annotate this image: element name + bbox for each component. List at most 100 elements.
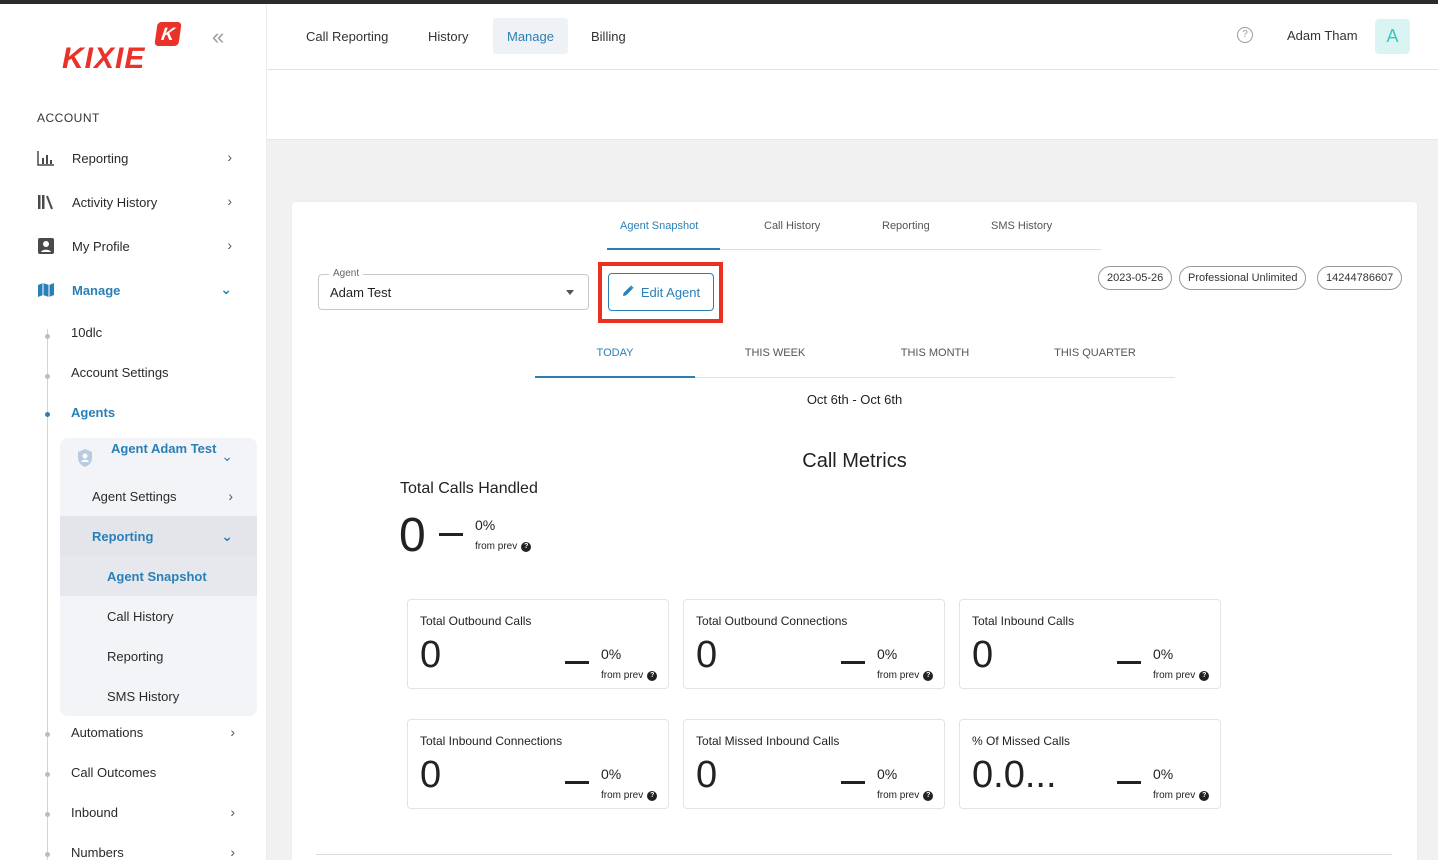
dash-icon [841,781,865,784]
agent-select-value: Adam Test [330,285,392,300]
tab-this-quarter[interactable]: THIS QUARTER [1015,347,1175,359]
tree-dot [45,732,50,737]
sidebar-item-sms-history[interactable]: SMS History [60,676,257,716]
metric-label: Total Inbound Calls [972,614,1075,628]
metric-pct: 0% [1153,766,1174,782]
from-prev-label: from prev [601,790,644,801]
question-icon[interactable]: ? [647,790,658,801]
sidebar-item-10dlc[interactable]: 10dlc [71,320,251,344]
tree-dot [45,374,50,379]
sidebar-item-label: Call Outcomes [71,764,157,780]
metric-card: Total Inbound Connections 0 0% from prev… [407,719,669,809]
date-range: Oct 6th - Oct 6th [806,392,903,407]
agent-select-label: Agent [329,268,364,279]
sidebar-item-my-profile[interactable]: My Profile › [36,232,246,260]
tree-line [47,329,48,860]
chevron-right-icon: › [227,149,232,165]
question-icon[interactable]: ? [1199,670,1210,681]
metric-prev: from prev? [1153,790,1210,801]
chevron-right-icon: › [230,844,235,860]
sidebar-item-agent-snapshot[interactable]: Agent Snapshot [60,556,257,596]
total-calls-label: Total Calls Handled [400,480,538,497]
agent-snapshot-card: Agent Snapshot Call History Reporting SM… [292,202,1417,860]
from-prev-label: from prev [1153,670,1196,681]
sidebar-item-label: Manage [72,282,121,298]
question-icon[interactable]: ? [923,790,934,801]
sidebar-item-agents[interactable]: Agents [71,400,251,424]
total-calls-value: 0 [399,509,426,562]
metric-card: Total Inbound Calls 0 0% from prev? [959,599,1221,689]
caret-down-icon [566,290,574,295]
tab-manage[interactable]: Manage [493,18,568,54]
tree-dot [45,852,50,857]
tab-call-history[interactable]: Call History [764,220,820,232]
metric-pct: 0% [601,766,622,782]
sidebar-item-label: SMS History [107,688,180,704]
dash-icon [1117,661,1141,664]
sidebar-item-agent-reporting[interactable]: Reporting ⌄ [60,516,257,556]
total-calls-prev: from prev? [475,541,532,552]
metric-label: Total Outbound Connections [696,614,848,628]
agent-select[interactable]: Agent Adam Test [318,268,589,310]
metric-card: Total Outbound Calls 0 0% from prev? [407,599,669,689]
chevron-right-icon: › [230,804,235,820]
active-period-indicator [535,376,695,378]
tab-history[interactable]: History [414,18,482,54]
question-icon[interactable]: ? [521,541,532,552]
sidebar-item-agent-settings[interactable]: Agent Settings › [60,476,257,516]
metric-value: 0 [420,634,442,676]
logo-text: KIXIE [62,42,146,75]
sidebar-item-account-settings[interactable]: Account Settings [71,360,251,384]
question-icon[interactable]: ? [923,670,934,681]
sidebar-item-reporting-sub[interactable]: Reporting [60,636,257,676]
help-icon[interactable]: ? [1237,27,1253,43]
edit-agent-label: Edit Agent [640,284,701,300]
sidebar-item-label: Reporting [107,648,164,664]
chevron-right-icon: › [227,237,232,253]
sidebar-item-label: Call History [107,608,174,624]
pencil-icon [622,284,634,300]
sidebar-item-call-outcomes[interactable]: Call Outcomes [71,760,251,784]
metric-value: 0 [972,634,994,676]
tab-today[interactable]: TODAY [535,347,695,359]
tab-sms-history[interactable]: SMS History [991,220,1052,232]
sidebar-item-label: Reporting [72,150,129,166]
sidebar-item-numbers[interactable]: Numbers › [71,840,251,860]
metric-label: Total Missed Inbound Calls [696,734,840,748]
sidebar-item-inbound[interactable]: Inbound › [71,800,251,824]
bar-chart-icon [36,148,56,168]
agent-group-header[interactable]: Agent Adam Test ⌄ [76,440,251,476]
tab-call-reporting[interactable]: Call Reporting [292,18,402,54]
avatar[interactable]: A [1375,19,1410,54]
map-icon [36,280,56,300]
tab-this-month[interactable]: THIS MONTH [855,347,1015,359]
tab-this-week[interactable]: THIS WEEK [695,347,855,359]
dash-icon [841,661,865,664]
question-icon[interactable]: ? [1199,790,1210,801]
metric-value: 0 [696,634,718,676]
dash-icon [565,661,589,664]
sidebar-item-manage[interactable]: Manage ⌄ [36,276,246,304]
sidebar-item-label: Account Settings [71,364,169,380]
sidebar-item-automations[interactable]: Automations › [71,720,251,744]
tab-agent-snapshot[interactable]: Agent Snapshot [620,220,698,232]
user-name[interactable]: Adam Tham [1287,28,1358,43]
sidebar-item-reporting[interactable]: Reporting › [36,144,246,172]
from-prev-label: from prev [877,670,920,681]
sidebar-item-label: Numbers [71,844,124,860]
question-icon[interactable]: ? [647,670,658,681]
edit-agent-button[interactable]: Edit Agent [608,273,714,311]
from-prev-label: from prev [601,670,644,681]
sidebar-item-activity-history[interactable]: Activity History › [36,188,246,216]
metric-pct: 0% [877,766,898,782]
tab-billing[interactable]: Billing [577,18,640,54]
metric-prev: from prev? [601,670,658,681]
sidebar-item-label: Agent Settings [92,488,177,504]
collapse-sidebar-icon[interactable]: « [212,26,236,50]
chevron-right-icon: › [227,193,232,209]
total-calls-pct: 0% [475,517,496,533]
tab-reporting[interactable]: Reporting [882,220,930,232]
kixie-logo[interactable]: KIXIE K [60,22,185,75]
sidebar-item-call-history[interactable]: Call History [60,596,257,636]
top-navigation: Call Reporting History Manage Billing ? … [267,4,1438,70]
